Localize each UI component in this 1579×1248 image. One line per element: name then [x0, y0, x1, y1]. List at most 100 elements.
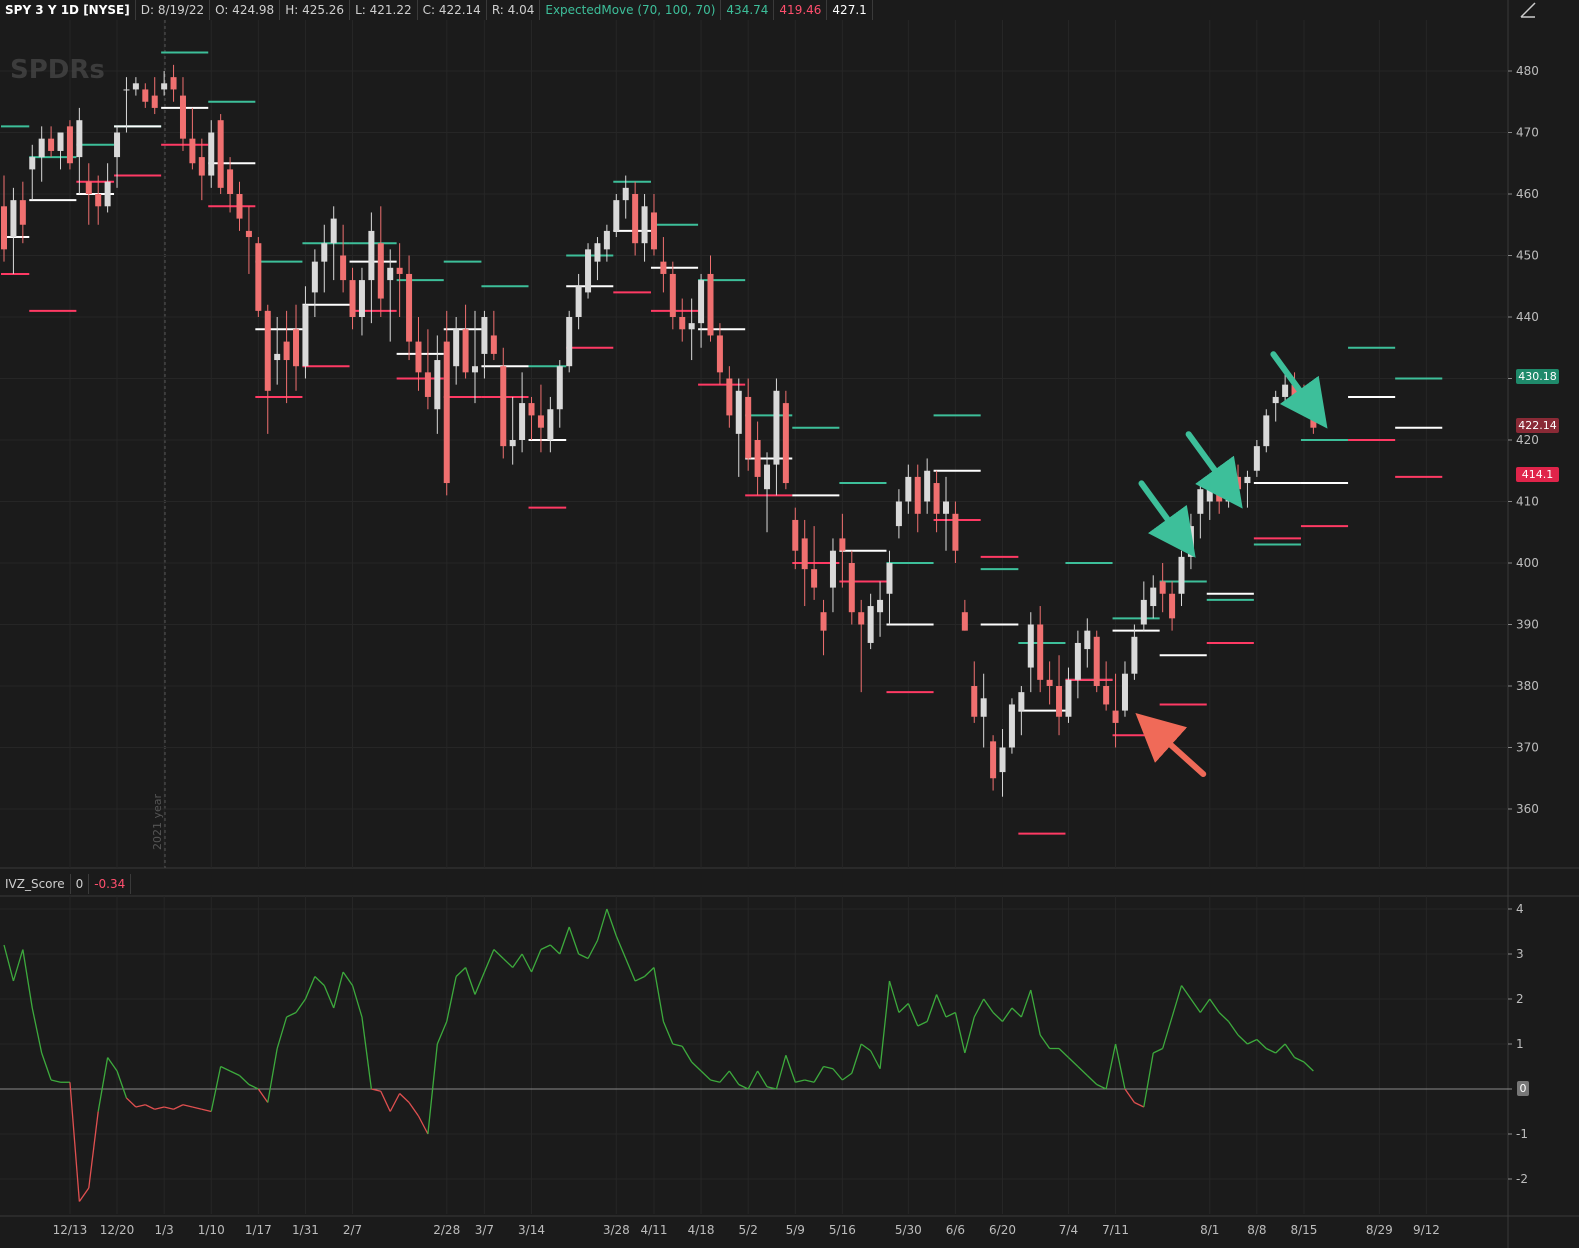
candle-body [387, 267, 394, 281]
candle-body [726, 378, 733, 416]
candle-body [1253, 446, 1260, 471]
candle-body [500, 366, 507, 447]
y-tick-label: 360 [1516, 802, 1539, 816]
candle-body [641, 206, 648, 244]
candle-body [961, 612, 968, 631]
osc-tick-label: -1 [1516, 1127, 1528, 1141]
candle-body [490, 335, 497, 354]
x-tick-label: 1/31 [292, 1223, 319, 1237]
candle-body [1018, 692, 1025, 711]
candle-body [782, 403, 789, 484]
candle-body [848, 563, 855, 613]
osc-param-label: 0 [71, 874, 90, 894]
oscillator-header: IVZ_Score 0 -0.34 [0, 874, 132, 894]
candle-body [377, 243, 384, 299]
candle-body [358, 280, 365, 317]
candle-body [1140, 599, 1147, 625]
candle-body [462, 329, 469, 373]
candle-body [1244, 476, 1251, 484]
em-mid-label: 427.1 [827, 0, 873, 20]
watermark-logo: SPDRs [10, 55, 105, 85]
candle-body [1056, 686, 1063, 717]
candle-body [698, 280, 705, 324]
candle-body [443, 341, 450, 484]
candle-body [1121, 673, 1128, 711]
x-tick-label: 9/12 [1413, 1223, 1440, 1237]
candle-body [264, 310, 271, 391]
chart-settings-icon[interactable] [1519, 1, 1537, 19]
candle-body [1235, 476, 1242, 490]
candle-body [66, 126, 73, 164]
candle-body [1074, 642, 1081, 680]
candle-body [1027, 624, 1034, 668]
x-tick-label: 3/28 [603, 1223, 630, 1237]
candle-body [406, 273, 413, 342]
candle-body [980, 698, 987, 717]
x-tick-label: 4/18 [688, 1223, 715, 1237]
y-tick-label: 370 [1516, 741, 1539, 755]
candle-body [208, 132, 215, 176]
candle-body [519, 403, 526, 440]
range-label: R: 4.04 [487, 0, 541, 20]
symbol-label[interactable]: SPY 3 Y 1D [NYSE] [0, 0, 136, 20]
osc-study-label[interactable]: IVZ_Score [0, 874, 71, 894]
candle-body [594, 243, 601, 262]
candle-body [867, 606, 874, 643]
candle-body [1206, 483, 1213, 502]
candle-body [990, 741, 997, 779]
candle-body [660, 261, 667, 274]
candle-body [952, 513, 959, 551]
candle-body [472, 366, 478, 373]
candle-body [924, 470, 931, 502]
x-tick-label: 7/4 [1059, 1223, 1078, 1237]
candle-body [999, 747, 1006, 773]
candle-body [1112, 710, 1119, 723]
candle-body [29, 157, 36, 170]
candle-body [1103, 686, 1110, 705]
x-tick-label: 12/20 [100, 1223, 135, 1237]
y-tick-label: 400 [1516, 556, 1539, 570]
price-tag-lower: 414.1 [1516, 467, 1559, 482]
candle-body [1169, 593, 1176, 619]
candle-body [453, 329, 460, 367]
zero-tag: 0 [1517, 1081, 1529, 1096]
candle-body [302, 304, 309, 367]
high-label: H: 425.26 [280, 0, 351, 20]
candle-body [179, 95, 186, 139]
year-marker: 2021 year [151, 793, 164, 850]
x-tick-label: 3/14 [518, 1223, 545, 1237]
y-tick-label: 470 [1516, 126, 1539, 140]
candle-body [1037, 624, 1044, 680]
em-lower-label: 419.46 [774, 0, 828, 20]
candle-body [566, 317, 573, 367]
candle-body [528, 403, 535, 416]
candle-body [971, 686, 978, 717]
y-tick-label: 460 [1516, 187, 1539, 201]
candle-body [735, 390, 742, 434]
candle-body [773, 390, 780, 465]
y-tick-label: 480 [1516, 64, 1539, 78]
y-tick-label: 420 [1516, 433, 1539, 447]
y-tick-label: 390 [1516, 618, 1539, 632]
candle-body [434, 360, 441, 410]
candle-body [1093, 636, 1100, 686]
candle-body [321, 243, 328, 262]
candle-body [10, 200, 17, 238]
study-label[interactable]: ExpectedMove (70, 100, 70) [540, 0, 722, 20]
candle-body [1065, 679, 1072, 717]
osc-tick-label: 4 [1516, 902, 1524, 916]
x-tick-label: 8/8 [1247, 1223, 1266, 1237]
candle-body [104, 181, 111, 207]
candle-body [509, 440, 516, 447]
candle-body [274, 353, 281, 361]
candle-body [227, 169, 234, 194]
x-tick-label: 7/11 [1102, 1223, 1129, 1237]
candle-body [1008, 704, 1015, 748]
candle-body [764, 464, 771, 490]
candle-body [415, 341, 422, 373]
candle-body [1131, 636, 1138, 674]
x-tick-label: 1/3 [154, 1223, 173, 1237]
candle-body [886, 563, 893, 594]
candle-body [1263, 415, 1270, 447]
candle-body [943, 501, 949, 514]
